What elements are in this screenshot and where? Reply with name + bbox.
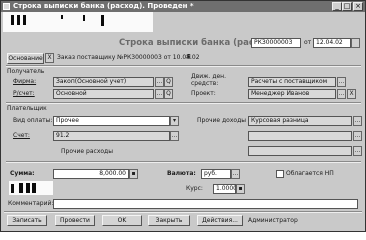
close-form-button[interactable]: Закрыть	[148, 215, 190, 226]
account-open-button[interactable]: Q	[164, 89, 173, 99]
recipient-account-field[interactable]: Основной	[53, 89, 154, 99]
firm-open-button[interactable]: Q	[164, 77, 173, 87]
account-label: Р/счет:	[13, 90, 35, 97]
other-income-select-button[interactable]: ...	[353, 116, 362, 126]
comment-label: Комментарий:	[8, 200, 54, 207]
recipient-section-label: Получатель	[7, 68, 45, 75]
account-select-button[interactable]: ...	[155, 89, 164, 99]
firm-field[interactable]: Закоп(Основной учет)	[53, 77, 154, 87]
payment-type-label: Вид оплаты:	[13, 117, 53, 124]
document-date-field[interactable]: 12.04.02	[313, 38, 351, 48]
post-button[interactable]: Провести	[55, 215, 95, 226]
separator	[4, 211, 362, 213]
payer-account-select-button[interactable]: ...	[170, 131, 179, 141]
ok-button[interactable]: OK	[102, 215, 142, 226]
clear-basis-button[interactable]: X	[45, 53, 54, 63]
currency-label: Валюта:	[167, 170, 196, 177]
firm-select-button[interactable]: ...	[155, 77, 164, 87]
date-prefix-label: от	[304, 39, 312, 46]
rate-label: Курс:	[186, 185, 203, 192]
project-label: Проект:	[191, 90, 216, 97]
payment-type-select[interactable]: Прочее	[53, 116, 170, 126]
document-number-field[interactable]: РКЗ0000003	[251, 38, 301, 48]
redacted-area	[3, 12, 153, 32]
comment-field[interactable]	[53, 199, 358, 209]
actions-button[interactable]: Действия...	[197, 215, 243, 226]
window-title: Строка выписки банка (расход). Проведен …	[13, 2, 194, 10]
separator	[6, 102, 361, 104]
firm-label: Фирма:	[13, 78, 37, 85]
payer-section-label: Плательщик	[7, 105, 47, 112]
separator	[6, 65, 361, 67]
payer-account-field[interactable]: 91.2	[53, 131, 170, 141]
cash-flow-select-button[interactable]: ...	[337, 77, 346, 87]
project-select-button[interactable]: ...	[337, 89, 346, 99]
basis-button[interactable]: Основание	[7, 53, 44, 64]
project-clear-button[interactable]: X	[347, 89, 356, 99]
title-bar: Строка выписки банка (расход). Проведен …	[1, 1, 365, 12]
close-button[interactable]: ×	[353, 2, 363, 11]
user-label: Администратор	[248, 217, 298, 224]
document-icon	[3, 3, 10, 10]
payer-account-label: Счет:	[13, 132, 30, 139]
currency-select-button[interactable]: ...	[231, 169, 240, 179]
cash-flow-field[interactable]: Расчеты с поставщиком	[248, 77, 336, 87]
payer-extra-select-button-2[interactable]: ...	[353, 146, 362, 156]
basis-text: Заказ поставщику №РК30000003 от 10.04.02	[57, 54, 200, 61]
project-field[interactable]: Менеджер Иванов	[248, 89, 336, 99]
record-button[interactable]: Записать	[7, 215, 47, 226]
document-window: Строка выписки банка (расход). Проведен …	[0, 0, 366, 232]
chevron-down-icon[interactable]: ▾	[170, 116, 179, 126]
maximize-button[interactable]: □	[342, 2, 352, 11]
taxable-label: Облагается НП	[286, 170, 334, 177]
calendar-button[interactable]	[351, 38, 360, 48]
basis-marker: Я	[186, 53, 191, 61]
other-income-field[interactable]: Курсовая разница	[248, 116, 352, 126]
redacted-area	[9, 181, 53, 195]
currency-field[interactable]: руб.	[201, 169, 231, 179]
cash-flow-label: Движ. ден. средств:	[191, 73, 227, 87]
sum-field[interactable]: 8,000.00	[53, 169, 129, 179]
calculator-button[interactable]: ▪	[129, 169, 138, 179]
minimize-button[interactable]: _	[332, 2, 342, 11]
rate-field[interactable]: 1.0000	[213, 184, 236, 194]
rate-calculator-button[interactable]: ▪	[236, 184, 245, 194]
payer-extra-select-button-1[interactable]: ...	[353, 131, 362, 141]
separator	[6, 161, 361, 163]
payer-extra-field-2[interactable]	[248, 146, 352, 156]
taxable-checkbox[interactable]	[276, 170, 284, 178]
sum-label: Сумма:	[10, 170, 35, 177]
other-expenses-label: Прочие расходы	[61, 148, 113, 155]
payer-extra-field-1[interactable]	[248, 131, 352, 141]
